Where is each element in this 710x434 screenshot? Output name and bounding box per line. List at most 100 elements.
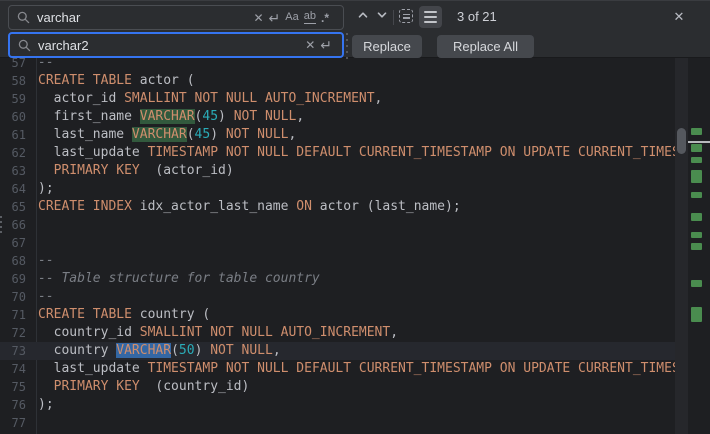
code-line-68[interactable]: 68-- <box>0 252 675 270</box>
code-line-67[interactable]: 67 <box>0 234 675 252</box>
code-line-69[interactable]: 69-- Table structure for table country <box>0 270 675 288</box>
stripe-match-mark[interactable] <box>691 243 702 250</box>
code-line-77[interactable]: 77 <box>0 414 675 432</box>
whole-words-toggle[interactable]: ab <box>304 11 316 24</box>
code-line-61[interactable]: 61 last_name VARCHAR(45) NOT NULL, <box>0 126 675 144</box>
code-line-64[interactable]: 64); <box>0 180 675 198</box>
line-number[interactable]: 58 <box>0 72 36 90</box>
code-line-65[interactable]: 65CREATE INDEX idx_actor_last_name ON ac… <box>0 198 675 216</box>
newline-icon[interactable]: ↵ <box>269 11 281 25</box>
code-text: PRIMARY KEY (country_id) <box>36 378 249 396</box>
code-line-58[interactable]: 58CREATE TABLE actor ( <box>0 72 675 90</box>
code-text: -- <box>36 58 54 72</box>
stripe-match-mark[interactable] <box>691 213 702 221</box>
code-line-59[interactable]: 59 actor_id SMALLINT NOT NULL AUTO_INCRE… <box>0 90 675 108</box>
stripe-current-position-marker <box>688 141 710 143</box>
stripe-match-mark[interactable] <box>691 192 702 198</box>
filter-options-icon[interactable] <box>419 6 442 28</box>
scrollbar-track[interactable] <box>675 58 688 434</box>
stripe-match-mark[interactable] <box>691 280 702 287</box>
code-line-75[interactable]: 75 PRIMARY KEY (country_id) <box>0 378 675 396</box>
line-number[interactable]: 62 <box>0 144 36 162</box>
line-number[interactable]: 69 <box>0 270 36 288</box>
code-text <box>36 216 38 234</box>
newline-icon[interactable]: ↵ <box>320 38 332 52</box>
line-number[interactable]: 76 <box>0 396 36 414</box>
code-editor[interactable]: 57--58CREATE TABLE actor (59 actor_id SM… <box>0 58 710 434</box>
search-match[interactable]: VARCHAR <box>132 127 187 142</box>
previous-match-button[interactable] <box>355 10 370 25</box>
code-text: CREATE TABLE country ( <box>36 306 210 324</box>
scrollbar-thumb[interactable] <box>677 128 686 154</box>
line-number[interactable]: 67 <box>0 234 36 252</box>
search-input[interactable] <box>37 10 253 25</box>
line-number[interactable]: 64 <box>0 180 36 198</box>
stripe-match-mark[interactable] <box>691 307 702 322</box>
code-text: PRIMARY KEY (actor_id) <box>36 162 234 180</box>
code-text: -- <box>36 252 54 270</box>
line-number[interactable]: 77 <box>0 414 36 432</box>
tool-window-splitter-grip[interactable] <box>0 216 3 233</box>
line-number[interactable]: 68 <box>0 252 36 270</box>
clear-search-icon[interactable]: ✕ <box>253 12 263 24</box>
stripe-match-mark[interactable] <box>691 144 702 152</box>
line-number[interactable]: 61 <box>0 126 36 144</box>
search-field[interactable]: ✕ ↵ Aa ab .* <box>8 5 344 30</box>
line-number[interactable]: 70 <box>0 288 36 306</box>
replace-all-button[interactable]: Replace All <box>437 35 534 58</box>
code-line-63[interactable]: 63 PRIMARY KEY (actor_id) <box>0 162 675 180</box>
line-number[interactable]: 75 <box>0 378 36 396</box>
line-number[interactable]: 60 <box>0 108 36 126</box>
code-line-57[interactable]: 57-- <box>0 58 675 72</box>
code-line-70[interactable]: 70-- <box>0 288 675 306</box>
replace-button[interactable]: Replace <box>352 35 422 58</box>
code-text: country_id SMALLINT NOT NULL AUTO_INCREM… <box>36 324 398 342</box>
chevron-down-icon <box>375 8 389 27</box>
panel-resize-grip[interactable] <box>346 33 349 59</box>
code-line-73[interactable]: 73 country VARCHAR(50) NOT NULL, <box>0 342 675 360</box>
line-number[interactable]: 63 <box>0 162 36 180</box>
stripe-match-mark[interactable] <box>691 170 702 183</box>
code-text: country VARCHAR(50) NOT NULL, <box>36 342 281 360</box>
line-number[interactable]: 72 <box>0 324 36 342</box>
error-stripe[interactable] <box>691 0 702 434</box>
line-number[interactable]: 66 <box>0 216 36 234</box>
code-line-71[interactable]: 71CREATE TABLE country ( <box>0 306 675 324</box>
code-line-60[interactable]: 60 first_name VARCHAR(45) NOT NULL, <box>0 108 675 126</box>
code-line-72[interactable]: 72 country_id SMALLINT NOT NULL AUTO_INC… <box>0 324 675 342</box>
code-text: CREATE TABLE actor ( <box>36 72 195 90</box>
line-number[interactable]: 59 <box>0 90 36 108</box>
code-line-74[interactable]: 74 last_update TIMESTAMP NOT NULL DEFAUL… <box>0 360 675 378</box>
search-icon[interactable] <box>17 11 30 24</box>
replace-field[interactable]: ✕ ↵ <box>8 32 344 58</box>
next-match-button[interactable] <box>374 10 389 25</box>
code-text: last_update TIMESTAMP NOT NULL DEFAULT C… <box>36 144 675 162</box>
stripe-match-mark[interactable] <box>691 157 702 163</box>
replace-input[interactable] <box>38 38 305 53</box>
search-match[interactable]: VARCHAR <box>140 109 195 124</box>
regex-toggle[interactable]: .* <box>321 12 329 24</box>
code-line-76[interactable]: 76); <box>0 396 675 414</box>
close-icon[interactable]: ✕ <box>669 2 689 32</box>
line-number[interactable]: 65 <box>0 198 36 216</box>
search-match-current[interactable]: VARCHAR <box>116 343 171 358</box>
clear-replace-icon[interactable]: ✕ <box>305 39 315 51</box>
chevron-up-icon <box>356 8 370 27</box>
search-in-selection-icon[interactable] <box>399 9 413 23</box>
code-line-66[interactable]: 66 <box>0 216 675 234</box>
line-number[interactable]: 71 <box>0 306 36 324</box>
match-case-toggle[interactable]: Aa <box>285 12 298 23</box>
stripe-match-mark[interactable] <box>691 232 702 238</box>
code-text: last_name VARCHAR(45) NOT NULL, <box>36 126 296 144</box>
line-number[interactable]: 73 <box>0 342 36 360</box>
code-text: ); <box>36 180 54 198</box>
code-text: CREATE INDEX idx_actor_last_name ON acto… <box>36 198 461 216</box>
line-number[interactable]: 74 <box>0 360 36 378</box>
stripe-match-mark[interactable] <box>691 128 702 135</box>
code-line-62[interactable]: 62 last_update TIMESTAMP NOT NULL DEFAUL… <box>0 144 675 162</box>
code-text: ); <box>36 396 54 414</box>
line-number[interactable]: 57 <box>0 58 36 72</box>
search-icon <box>18 39 31 52</box>
code-text <box>36 234 38 252</box>
code-text: last_update TIMESTAMP NOT NULL DEFAULT C… <box>36 360 675 378</box>
